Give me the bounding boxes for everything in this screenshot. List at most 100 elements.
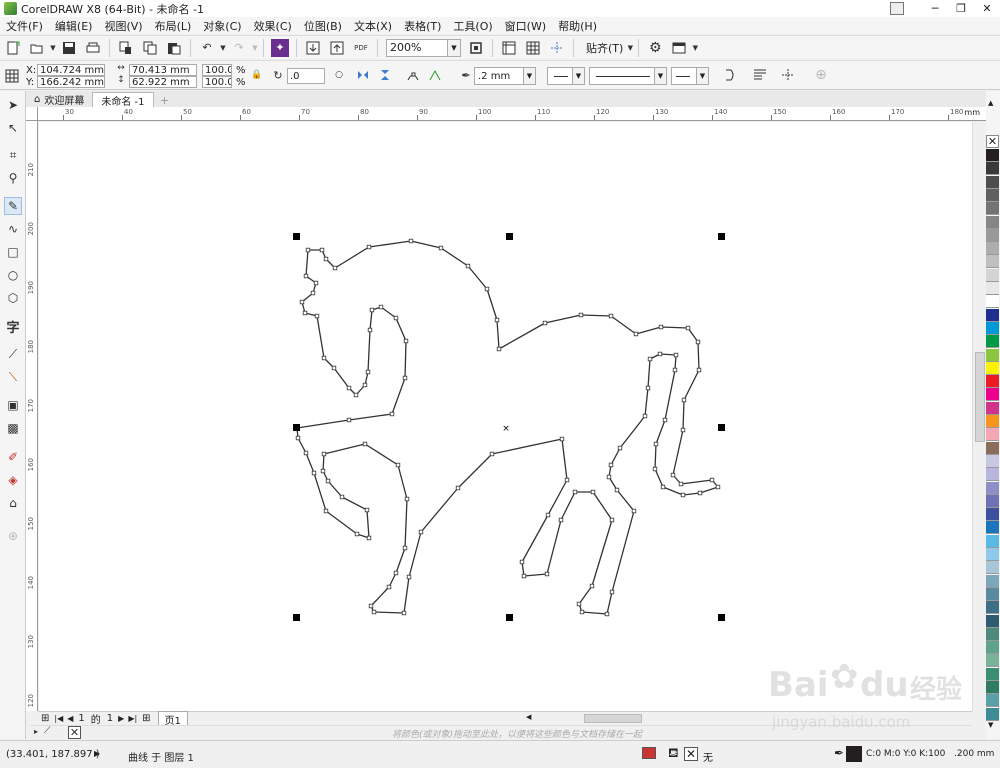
quick-trace-icon[interactable] <box>780 67 796 83</box>
curve-node[interactable] <box>631 508 637 514</box>
curve-node[interactable] <box>521 573 527 579</box>
color-swatch[interactable] <box>986 587 999 601</box>
object-origin-icon[interactable] <box>4 68 20 84</box>
text-tool-icon[interactable]: 字 <box>4 317 22 336</box>
line-style-dropdown[interactable]: ▼ <box>589 67 667 85</box>
y-position-input[interactable]: 166.242 mm <box>37 76 105 88</box>
menu-view[interactable]: 视图(V) <box>98 18 148 34</box>
color-swatch[interactable] <box>986 481 999 495</box>
curve-node[interactable] <box>386 584 392 590</box>
color-swatch[interactable] <box>986 428 999 442</box>
ellipse-tool-icon[interactable]: ○ <box>4 266 22 284</box>
curve-node[interactable] <box>564 477 570 483</box>
color-swatch[interactable] <box>986 441 999 455</box>
eyedropper-small-icon[interactable]: ⟋ <box>44 726 50 736</box>
curve-node[interactable] <box>657 351 663 357</box>
curve-node[interactable] <box>366 535 372 541</box>
first-page-icon[interactable]: |◀ <box>54 714 63 723</box>
outline-color-swatch[interactable] <box>846 746 862 762</box>
horizontal-ruler[interactable]: mm 30 40 50 60 70 80 90 100 110 120 130 140 150 160 17… <box>38 107 986 121</box>
show-rulers-icon[interactable] <box>500 39 518 57</box>
redo-icon[interactable]: ↷ <box>230 39 248 57</box>
add-node-icon[interactable] <box>405 67 421 83</box>
add-icon[interactable]: ⊕ <box>813 67 829 83</box>
drop-shadow-icon[interactable]: ▣ <box>4 396 22 414</box>
open-icon[interactable] <box>28 39 46 57</box>
handle-middle-left[interactable] <box>293 424 300 431</box>
snap-dropdown-icon[interactable]: ▼ <box>626 39 634 57</box>
curve-node[interactable] <box>678 481 684 487</box>
color-swatch[interactable] <box>986 215 999 229</box>
cut-icon[interactable] <box>117 39 135 57</box>
publish-pdf-icon[interactable]: PDF <box>352 39 370 57</box>
curve-node[interactable] <box>332 265 338 271</box>
horse-outline-drawing[interactable]: × <box>39 122 972 711</box>
curve-node[interactable] <box>558 517 564 523</box>
crop-tool-icon[interactable]: ⌗ <box>4 146 22 164</box>
curve-node[interactable] <box>642 413 648 419</box>
height-input[interactable]: 62.922 mm <box>129 76 197 88</box>
zoom-level-input[interactable]: 200% <box>386 38 448 57</box>
color-swatch[interactable] <box>986 228 999 242</box>
curve-node[interactable] <box>401 610 407 616</box>
color-swatch[interactable] <box>986 561 999 575</box>
add-tab-button[interactable]: + <box>158 94 172 107</box>
curve-node[interactable] <box>545 512 551 518</box>
transparency-icon[interactable]: ▩ <box>4 419 22 437</box>
outline-width-dropdown[interactable]: .2 mm ▼ <box>474 67 536 85</box>
curve-node[interactable] <box>303 273 309 279</box>
help-icon[interactable] <box>890 2 904 15</box>
curve-node[interactable] <box>403 338 409 344</box>
curve-node[interactable] <box>404 496 410 502</box>
menu-layout[interactable]: 布局(L) <box>149 18 198 34</box>
scroll-left-icon[interactable]: ◀ <box>526 713 531 721</box>
menu-table[interactable]: 表格(T) <box>398 18 447 34</box>
show-grid-icon[interactable] <box>524 39 542 57</box>
wrap-text-icon[interactable] <box>752 67 768 83</box>
color-swatch[interactable] <box>986 202 999 216</box>
curve-node[interactable] <box>364 507 370 513</box>
next-page-icon[interactable]: ▶ <box>118 714 124 723</box>
export-icon[interactable] <box>328 39 346 57</box>
curve-node[interactable] <box>606 474 612 480</box>
curve-node[interactable] <box>576 601 582 607</box>
curve-node[interactable] <box>572 489 578 495</box>
scale-height-input[interactable]: 100.0 <box>202 76 232 88</box>
rectangle-tool-icon[interactable]: □ <box>4 243 22 261</box>
handle-top-center[interactable] <box>506 233 513 240</box>
curve-node[interactable] <box>662 417 668 423</box>
color-swatch[interactable] <box>986 627 999 641</box>
last-page-icon[interactable]: ▶| <box>128 714 137 723</box>
import-icon[interactable] <box>304 39 322 57</box>
print-icon[interactable] <box>84 39 102 57</box>
curve-node[interactable] <box>418 529 424 535</box>
handle-bottom-left[interactable] <box>293 614 300 621</box>
curve-node[interactable] <box>617 445 623 451</box>
curve-node[interactable] <box>633 331 639 337</box>
launcher-dropdown-icon[interactable]: ▼ <box>691 39 699 57</box>
color-swatch[interactable] <box>986 175 999 189</box>
curve-node[interactable] <box>353 392 359 398</box>
curve-node[interactable] <box>323 256 329 262</box>
curve-node[interactable] <box>362 441 368 447</box>
curve-node[interactable] <box>311 470 317 476</box>
curve-node[interactable] <box>354 531 360 537</box>
color-swatch[interactable] <box>986 415 999 428</box>
curve-node[interactable] <box>484 286 490 292</box>
curve-node[interactable] <box>609 517 615 523</box>
node-edit-icon[interactable] <box>427 67 443 83</box>
menu-tools[interactable]: 工具(O) <box>447 18 498 34</box>
tab-welcome-screen[interactable]: ⌂ 欢迎屏幕 <box>26 92 93 107</box>
curve-node[interactable] <box>670 472 676 478</box>
start-arrowhead-dropdown[interactable]: ▼ <box>547 67 585 85</box>
artistic-media-icon[interactable]: ∿ <box>4 220 22 238</box>
polygon-tool-icon[interactable]: ⬡ <box>4 289 22 307</box>
color-swatch[interactable] <box>986 548 999 561</box>
copy-icon[interactable] <box>141 39 159 57</box>
menu-file[interactable]: 文件(F) <box>0 18 49 34</box>
horizontal-scroll-thumb[interactable] <box>584 714 642 723</box>
palette-scroll-up-icon[interactable]: ▲ <box>988 99 993 107</box>
x-position-input[interactable]: 104.724 mm <box>37 64 105 76</box>
curve-node[interactable] <box>542 320 548 326</box>
vertical-scrollbar[interactable] <box>972 122 986 711</box>
